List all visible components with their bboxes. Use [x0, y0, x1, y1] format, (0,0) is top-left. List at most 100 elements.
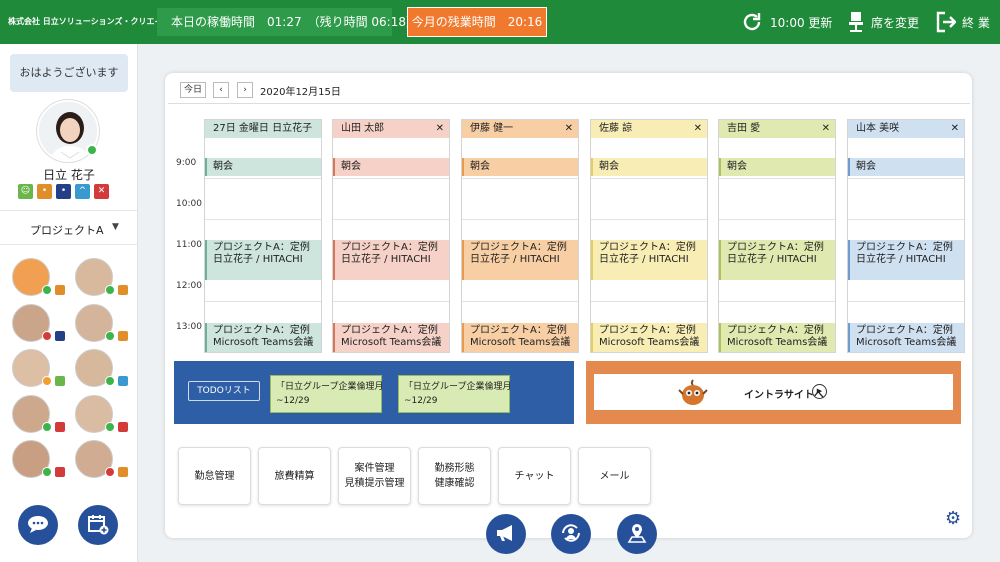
hour-line	[848, 301, 964, 302]
calendar-column: 山本 美咲 ✕ 朝会 プロジェクトA：定例 日立花子 / HITACHI プロジェクトA：…	[847, 119, 965, 353]
member-status-dot	[42, 331, 52, 341]
location-button[interactable]	[617, 514, 657, 554]
member-status-dot	[105, 285, 115, 295]
calendar-event[interactable]: 朝会	[848, 158, 964, 176]
event-subtitle: 日立花子 / HITACHI	[470, 254, 560, 265]
close-icon[interactable]: ✕	[436, 120, 444, 138]
hour-line	[719, 301, 835, 302]
event-accent	[462, 323, 464, 352]
calendar-event[interactable]: プロジェクトA：定例 Microsoft Teams会議	[205, 323, 321, 352]
work-style-tile[interactable]: 勤務形態 健康確認	[418, 447, 491, 505]
member-mood-icon	[55, 285, 65, 295]
member-status-dot	[105, 376, 115, 386]
calendar-event[interactable]: プロジェクトA：定例 Microsoft Teams会議	[333, 323, 449, 352]
member-mood-icon	[118, 331, 128, 341]
project-management-tile[interactable]: 案件管理 見積提示管理	[338, 447, 411, 505]
refresh-button[interactable]: 10:00 更新	[740, 0, 832, 44]
hour-line	[205, 219, 321, 220]
calendar-event[interactable]: プロジェクトA：定例 日立花子 / HITACHI	[591, 240, 707, 280]
calendar-event[interactable]: プロジェクトA：定例 Microsoft Teams会議	[719, 323, 835, 352]
time-label: 12:00	[176, 281, 202, 291]
announcement-button[interactable]	[486, 514, 526, 554]
angry-icon[interactable]: ✕	[94, 184, 109, 199]
calendar-event[interactable]: プロジェクトA：定例 日立花子 / HITACHI	[848, 240, 964, 280]
travel-expense-tile[interactable]: 旅費精算	[258, 447, 331, 505]
event-accent	[333, 323, 335, 352]
tile-label: 旅費精算	[274, 470, 315, 482]
chevron-down-icon[interactable]: ▼	[112, 222, 119, 232]
event-accent	[591, 240, 593, 280]
today-button[interactable]: 今日	[180, 82, 206, 98]
intranet-banner[interactable]: イントラサイトへ ▶	[586, 361, 961, 424]
neutral-icon[interactable]: •	[37, 184, 52, 199]
member-mood-icon	[55, 331, 65, 341]
member-mood-icon	[55, 376, 65, 386]
hour-line	[333, 178, 449, 179]
tile-label: メール	[599, 470, 630, 482]
chevron-right-icon: ›	[243, 85, 247, 95]
tile-label: チャット	[514, 470, 555, 482]
todo-list-button[interactable]: TODOリスト	[188, 381, 260, 401]
chat-bubble-icon	[27, 514, 49, 537]
close-icon[interactable]: ✕	[694, 120, 702, 138]
next-day-button[interactable]: ›	[237, 82, 253, 98]
project-selector[interactable]: プロジェクトA	[30, 222, 104, 238]
calendar-column: 吉田 愛 ✕ 朝会 プロジェクトA：定例 日立花子 / HITACHI プロジェクトA：定…	[718, 119, 836, 353]
calendar-event[interactable]: プロジェクトA：定例 Microsoft Teams会議	[848, 323, 964, 352]
attendance-tile[interactable]: 勤怠管理	[178, 447, 251, 505]
event-subtitle: Microsoft Teams会議	[727, 337, 828, 348]
event-accent	[462, 158, 464, 176]
calendar-event[interactable]: 朝会	[719, 158, 835, 176]
calendar-event[interactable]: プロジェクトA：定例 Microsoft Teams会議	[462, 323, 578, 352]
event-title: 朝会	[727, 161, 747, 172]
top-bar: 株式会社 日立ソリューションズ・クリエイト 本日の稼働時間 01:27 （残り時…	[0, 0, 1000, 44]
calendar-event[interactable]: 朝会	[591, 158, 707, 176]
todo-due: ~12/29	[404, 396, 438, 406]
event-title: プロジェクトA：定例	[856, 242, 953, 253]
calendar-event[interactable]: プロジェクトA：定例 日立花子 / HITACHI	[719, 240, 835, 280]
event-title: プロジェクトA：定例	[341, 242, 438, 253]
chat-tile[interactable]: チャット	[498, 447, 571, 505]
hour-line	[591, 219, 707, 220]
chevron-left-icon: ‹	[219, 85, 223, 95]
person-sync-icon	[559, 521, 583, 548]
calendar-event[interactable]: プロジェクトA：定例 日立花子 / HITACHI	[333, 240, 449, 280]
calendar-event[interactable]: プロジェクトA：定例 Microsoft Teams会議	[591, 323, 707, 352]
happy-icon[interactable]: ☺	[18, 184, 33, 199]
prev-day-button[interactable]: ‹	[213, 82, 229, 98]
tile-label: 勤怠管理	[194, 470, 235, 482]
calendar-event[interactable]: 朝会	[333, 158, 449, 176]
column-header: 27日 金曜日 日立花子	[205, 120, 321, 138]
sync-user-button[interactable]	[551, 514, 591, 554]
member-status-dot	[105, 331, 115, 341]
calendar-event[interactable]: 朝会	[462, 158, 578, 176]
event-title: プロジェクトA：定例	[213, 325, 310, 336]
event-subtitle: Microsoft Teams会議	[599, 337, 700, 348]
close-icon[interactable]: ✕	[565, 120, 573, 138]
chat-bubble-button[interactable]	[18, 505, 58, 545]
close-icon[interactable]: ✕	[822, 120, 830, 138]
tile-label: 案件管理	[354, 463, 395, 474]
map-pin-icon	[626, 522, 648, 547]
end-work-button[interactable]: 終 業	[936, 0, 990, 44]
worried-icon[interactable]: ^	[75, 184, 90, 199]
todo-item[interactable]: 「日立グループ企業倫理月 ~12/29	[270, 375, 383, 413]
calendar-event[interactable]: 朝会	[205, 158, 321, 176]
todo-item[interactable]: 「日立グループ企業倫理月 ~12/29	[398, 375, 512, 413]
member-status-dot	[42, 376, 52, 386]
add-schedule-button[interactable]	[78, 505, 118, 545]
seat-label: 席を変更	[871, 15, 920, 30]
gear-icon[interactable]: ⚙	[945, 509, 965, 529]
mail-tile[interactable]: メール	[578, 447, 651, 505]
change-seat-button[interactable]: 席を変更	[847, 0, 919, 44]
member-status-dot	[42, 422, 52, 432]
sad-icon[interactable]: •	[56, 184, 71, 199]
calendar-event[interactable]: プロジェクトA：定例 日立花子 / HITACHI	[462, 240, 578, 280]
event-title: 朝会	[470, 161, 490, 172]
hour-line	[462, 178, 578, 179]
member-mood-icon	[118, 467, 128, 477]
todo-title: 「日立グループ企業倫理月	[404, 382, 512, 392]
hour-line	[462, 301, 578, 302]
close-icon[interactable]: ✕	[951, 120, 959, 138]
calendar-event[interactable]: プロジェクトA：定例 日立花子 / HITACHI	[205, 240, 321, 280]
